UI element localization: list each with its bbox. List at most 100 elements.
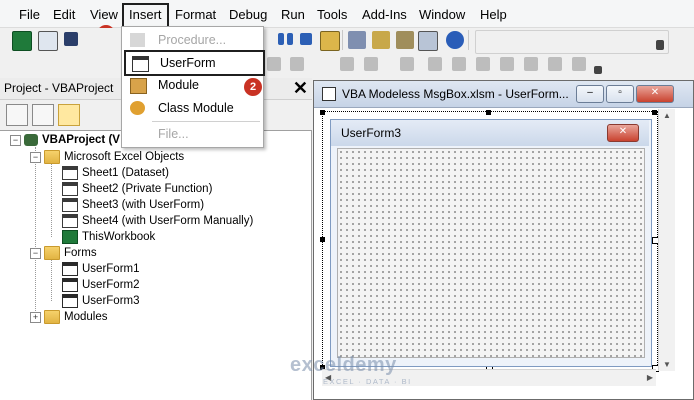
comment-icon[interactable] xyxy=(340,57,354,71)
prev-bookmark-icon[interactable] xyxy=(476,57,490,71)
indent-icon[interactable] xyxy=(267,57,281,71)
vertical-scrollbar[interactable]: ▲ ▼ xyxy=(658,109,675,371)
view-excel-icon[interactable] xyxy=(12,31,32,51)
item-label: Sheet4 (with UserForm Manually) xyxy=(82,215,254,227)
tree-root[interactable]: VBAProject (V xyxy=(24,132,120,148)
tree-item-userform2[interactable]: UserForm2 xyxy=(62,277,140,293)
help-icon[interactable] xyxy=(446,31,464,49)
menu-add-ins[interactable]: Add-Ins xyxy=(360,5,409,25)
window-titlebar[interactable]: VBA Modeless MsgBox.xlsm - UserForm... –… xyxy=(314,81,693,108)
design-mode-icon[interactable] xyxy=(320,31,340,51)
tree-item-sheet4[interactable]: Sheet4 (with UserForm Manually) xyxy=(62,213,253,229)
scroll-down-icon[interactable]: ▼ xyxy=(663,360,671,369)
view-code-button[interactable] xyxy=(6,104,28,126)
userform[interactable]: UserForm3 ✕ xyxy=(330,119,652,367)
tree-item-thisworkbook[interactable]: ThisWorkbook xyxy=(62,229,155,245)
item-label: Sheet2 (Private Function) xyxy=(82,183,213,195)
properties-icon[interactable] xyxy=(372,31,390,49)
item-label: Sheet1 (Dataset) xyxy=(82,167,169,179)
insert-menu-dropdown: Procedure... UserForm Module Class Modul… xyxy=(121,26,265,148)
menu-file[interactable]: File xyxy=(17,5,42,25)
reset-icon[interactable] xyxy=(300,33,312,45)
toolbox-icon[interactable] xyxy=(418,31,438,51)
break-icon[interactable] xyxy=(278,33,284,45)
menu-bar: File Edit View Insert Format Debug Run T… xyxy=(0,0,694,31)
menu-item-procedure[interactable]: Procedure... xyxy=(124,29,261,51)
module-icon xyxy=(130,78,147,94)
menu-edit[interactable]: Edit xyxy=(51,5,77,25)
tree-item-sheet3[interactable]: Sheet3 (with UserForm) xyxy=(62,197,204,213)
collapse-icon[interactable]: − xyxy=(10,135,21,146)
item-label: UserForm1 xyxy=(82,263,140,275)
minimize-button[interactable]: – xyxy=(576,85,604,103)
clear-bookmarks-icon[interactable] xyxy=(500,57,514,71)
project-tree: − VBAProject (V n) − Microsoft Excel Obj… xyxy=(0,130,312,400)
menu-item-file[interactable]: File... xyxy=(124,123,261,145)
userform-icon xyxy=(322,87,336,101)
menu-item-label: Module xyxy=(158,78,199,92)
item-label: UserForm3 xyxy=(82,295,140,307)
tree-group-modules[interactable]: Modules xyxy=(44,309,107,325)
toolbar-overflow-icon-2[interactable] xyxy=(594,66,602,74)
menu-item-userform[interactable]: UserForm xyxy=(124,50,265,76)
toolbar xyxy=(0,28,694,76)
tree-group-excel-objects[interactable]: Microsoft Excel Objects xyxy=(44,149,184,165)
close-icon[interactable]: ✕ xyxy=(293,79,308,97)
tree-group-forms[interactable]: Forms xyxy=(44,245,97,261)
collapse-icon[interactable]: − xyxy=(30,248,41,259)
menu-debug[interactable]: Debug xyxy=(227,5,269,25)
expand-icon[interactable]: + xyxy=(30,312,41,323)
scroll-right-icon[interactable]: ▶ xyxy=(647,373,653,382)
toolbar-overflow-icon[interactable] xyxy=(656,40,664,50)
uncomment-icon[interactable] xyxy=(364,57,378,71)
project-explorer-icon[interactable] xyxy=(348,31,366,49)
tree-item-userform1[interactable]: UserForm1 xyxy=(62,261,140,277)
toolbar-separator-2 xyxy=(468,30,469,50)
worksheet-icon xyxy=(62,181,78,196)
resize-handle[interactable] xyxy=(320,110,325,115)
tree-root-label: VBAProject (V xyxy=(42,134,120,146)
view-object-button[interactable] xyxy=(32,104,54,126)
worksheet-icon xyxy=(62,213,78,228)
tree-item-sheet2[interactable]: Sheet2 (Private Function) xyxy=(62,181,212,197)
menu-view[interactable]: View xyxy=(88,5,120,25)
watermark-tagline: EXCEL · DATA · BI xyxy=(323,377,412,386)
menu-item-class-module[interactable]: Class Module xyxy=(124,97,261,119)
bookmark-icon[interactable] xyxy=(400,57,414,71)
tree-item-sheet1[interactable]: Sheet1 (Dataset) xyxy=(62,165,169,181)
close-button[interactable]: ✕ xyxy=(636,85,674,103)
userform-close-button[interactable]: ✕ xyxy=(607,124,639,142)
hand-icon[interactable] xyxy=(428,57,442,71)
insert-userform-icon[interactable] xyxy=(38,31,58,51)
worksheet-icon xyxy=(62,165,78,180)
scroll-up-icon[interactable]: ▲ xyxy=(663,111,671,120)
menu-format[interactable]: Format xyxy=(173,5,218,25)
menu-item-module[interactable]: Module xyxy=(124,74,261,96)
maximize-button[interactable]: ▫ xyxy=(606,85,634,103)
tree-item-userform3[interactable]: UserForm3 xyxy=(62,293,140,309)
menu-tools[interactable]: Tools xyxy=(315,5,349,25)
pin-icon-2[interactable] xyxy=(548,57,562,71)
step-badge-2: 2 xyxy=(244,78,262,96)
userform-grid[interactable] xyxy=(337,148,645,358)
pin-icon[interactable] xyxy=(524,57,538,71)
collapse-icon[interactable]: − xyxy=(30,152,41,163)
watermark-logo: exceldemy xyxy=(290,354,397,376)
item-label: Sheet3 (with UserForm) xyxy=(82,199,205,211)
break-icon-2[interactable] xyxy=(287,33,293,45)
save-icon[interactable] xyxy=(64,32,78,46)
menu-help[interactable]: Help xyxy=(478,5,509,25)
resize-handle[interactable] xyxy=(320,237,325,242)
toolbar-location-field[interactable] xyxy=(475,30,669,54)
toolbar-separator xyxy=(342,30,343,50)
outdent-icon[interactable] xyxy=(290,57,304,71)
tree-connector xyxy=(51,259,52,301)
menu-window[interactable]: Window xyxy=(417,5,467,25)
pin-icon-3[interactable] xyxy=(572,57,586,71)
resize-handle[interactable] xyxy=(486,110,491,115)
resize-handle[interactable] xyxy=(652,110,657,115)
object-browser-icon[interactable] xyxy=(396,31,414,49)
menu-run[interactable]: Run xyxy=(279,5,307,25)
next-bookmark-icon[interactable] xyxy=(452,57,466,71)
toggle-folders-button[interactable] xyxy=(58,104,80,126)
